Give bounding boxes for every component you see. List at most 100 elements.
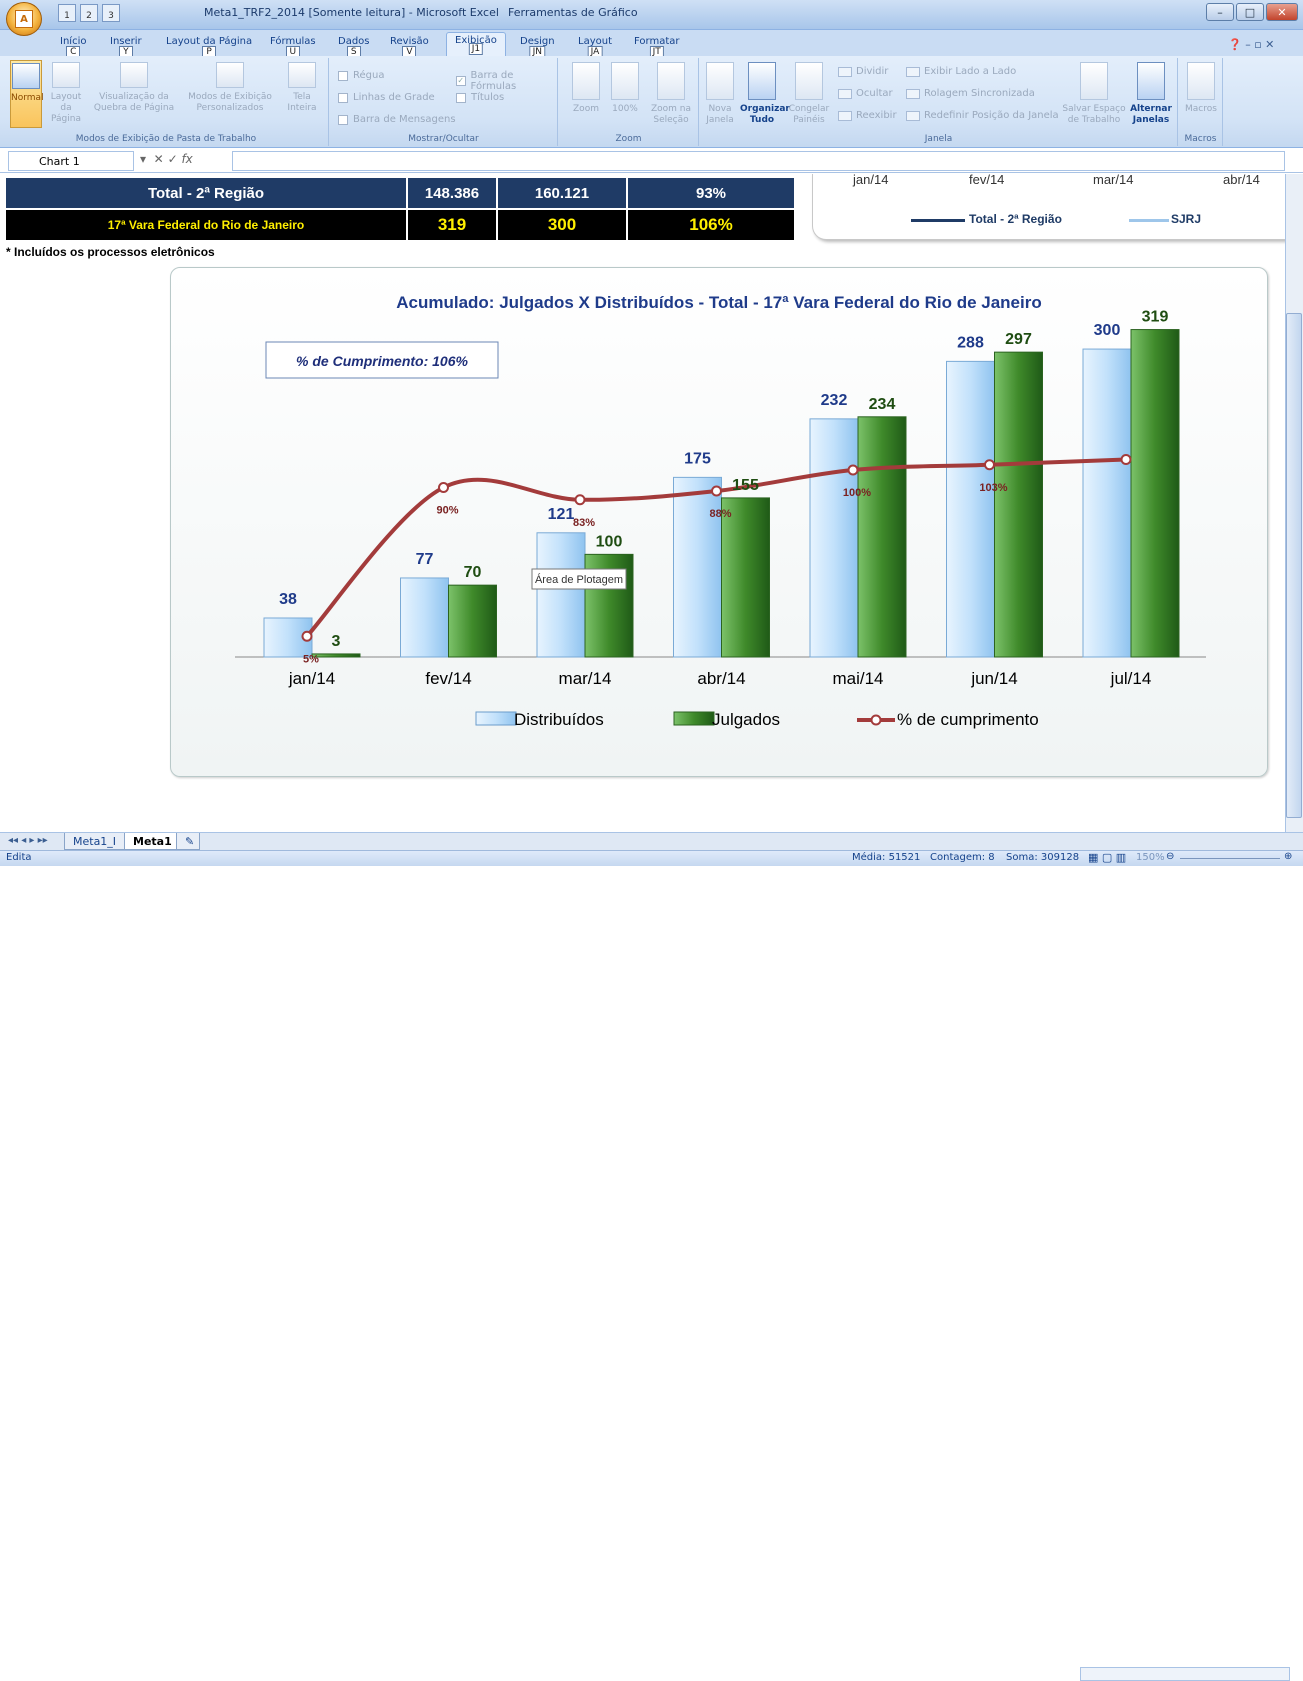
insert-sheet-icon[interactable]: ✎ (176, 833, 200, 850)
table-row2-label: 17ª Vara Federal do Rio de Janeiro (6, 210, 406, 240)
data-label-distribuidos: 77 (416, 551, 434, 568)
vertical-scroll-thumb[interactable] (1286, 313, 1302, 818)
table-row2-v1: 319 (408, 210, 496, 240)
office-button[interactable]: A (6, 2, 42, 36)
save-workspace-icon (1080, 62, 1108, 100)
tab-layout-pagina[interactable]: Layout da Página P (166, 36, 252, 58)
data-label-distribuidos: 175 (684, 450, 711, 467)
name-box[interactable]: Chart 1 (8, 151, 134, 171)
table-row2-v3: 106% (628, 210, 794, 240)
minimize-button[interactable]: – (1206, 3, 1234, 21)
data-label-cumprimento: 103% (979, 482, 1007, 494)
zoom-in-icon[interactable]: ⊕ (1284, 851, 1292, 862)
macros-icon (1187, 62, 1215, 100)
message-bar-checkbox[interactable]: Barra de Mensagens (338, 114, 456, 125)
formula-input[interactable] (232, 151, 1285, 171)
unhide-button[interactable]: Reexibir (838, 110, 897, 121)
cancel-icon[interactable]: ✕ (154, 152, 164, 166)
horizontal-scrollbar[interactable] (1080, 1667, 1290, 1681)
switch-windows-button[interactable]: Alternar Janelas (1128, 62, 1174, 126)
tab-design[interactable]: Design JN (520, 36, 555, 58)
fx-icon[interactable]: fx (181, 152, 192, 166)
page-break-preview-button[interactable]: Visualização da Quebra de Página (92, 62, 176, 114)
tab-formatar[interactable]: Formatar JT (634, 36, 679, 58)
custom-views-button[interactable]: Modos de Exibição Personalizados (184, 62, 276, 114)
status-bar: Edita Média: 51521 Contagem: 8 Soma: 309… (0, 850, 1303, 866)
legend-swatch-distribuidos (475, 711, 517, 726)
view-buttons-icon[interactable]: ▦ ▢ ▥ (1088, 851, 1126, 864)
mini-chart[interactable]: jan/14 fev/14 mar/14 abr/14 Total - 2ª R… (812, 174, 1285, 240)
tab-inserir[interactable]: Inserir Y (110, 36, 142, 58)
mini-tick: abr/14 (1223, 174, 1260, 187)
dropdown-icon[interactable]: ▾ (140, 152, 146, 166)
custom-views-icon (216, 62, 244, 88)
tab-layout[interactable]: Layout JA (578, 36, 612, 58)
normal-view-button[interactable]: Normal (10, 60, 44, 128)
legend-julgados: Julgados (712, 710, 780, 729)
new-window-button[interactable]: Nova Janela (702, 62, 738, 126)
data-label-julgados: 297 (1005, 331, 1032, 348)
tab-dados[interactable]: Dados S (338, 36, 370, 58)
tab-exibicao[interactable]: Exibição J1 (446, 32, 506, 56)
freeze-panes-button[interactable]: Congelar Painéis (788, 62, 830, 126)
sheet-tab-meta1-i[interactable]: Meta1_I (64, 833, 126, 850)
point-cumprimento (711, 485, 722, 497)
data-label-cumprimento: 100% (843, 487, 871, 499)
tab-revisao[interactable]: Revisão V (390, 36, 429, 58)
enter-icon[interactable]: ✓ (168, 152, 178, 166)
reset-window-position-button[interactable]: Redefinir Posição da Janela (906, 110, 1059, 121)
tab-inicio[interactable]: Início C (60, 36, 86, 58)
x-tick-label: mar/14 (559, 669, 612, 688)
gridlines-checkbox[interactable]: Linhas de Grade (338, 92, 435, 103)
point-cumprimento (1120, 454, 1132, 465)
group-window: Nova Janela Organizar Tudo Congelar Pain… (700, 58, 1178, 146)
x-tick-label: jan/14 (288, 669, 335, 688)
zoom-selection-button[interactable]: Zoom na Seleção (645, 62, 697, 126)
data-label-cumprimento: 90% (436, 505, 458, 517)
point-cumprimento (438, 482, 449, 493)
zoom-level[interactable]: 150% (1136, 852, 1165, 863)
arrange-all-button[interactable]: Organizar Tudo (740, 62, 790, 126)
ruler-checkbox[interactable]: Régua (338, 70, 384, 81)
ribbon: Normal Layout da Página Visualização da … (0, 56, 1303, 148)
zoom-100-button[interactable]: 100% (609, 62, 641, 115)
tab-formulas[interactable]: Fórmulas U (270, 36, 316, 58)
sheet-tab-meta1[interactable]: Meta1 (124, 833, 181, 850)
legend-cumprimento: % de cumprimento (897, 710, 1039, 729)
group3-label: Zoom (615, 134, 642, 144)
headings-checkbox[interactable]: Títulos (456, 92, 504, 103)
qat-save-button[interactable]: 1 (58, 4, 76, 22)
view-side-by-side-button[interactable]: Exibir Lado a Lado (906, 66, 1016, 77)
qat-redo-button[interactable]: 3 (102, 4, 120, 22)
qat-undo-button[interactable]: 2 (80, 4, 98, 22)
worksheet[interactable]: Total - 2ª Região 148.386 160.121 93% 17… (0, 174, 1285, 832)
full-screen-button[interactable]: Tela Inteira (280, 62, 324, 114)
macros-button[interactable]: Macros (1183, 62, 1219, 115)
zoom-selection-icon (657, 62, 685, 100)
close-button[interactable]: ✕ (1266, 3, 1298, 21)
help-icon[interactable]: ❓ – ▫ ✕ (1228, 38, 1274, 51)
freeze-panes-icon (795, 62, 823, 100)
chart-tools-context-title: Ferramentas de Gráfico (508, 6, 638, 19)
split-button[interactable]: Dividir (838, 66, 888, 77)
zoom-slider[interactable] (1180, 858, 1280, 859)
legend-marker-cumprimento (870, 714, 882, 726)
sheet-nav-icon[interactable]: ◂◂ ◂ ▸ ▸▸ (8, 835, 48, 846)
formula-bar-checkbox[interactable]: ✓ Barra de Fórmulas (456, 70, 557, 92)
bar-julgados (857, 416, 907, 658)
group5-label: Macros (1184, 134, 1217, 144)
sync-scrolling-button[interactable]: Rolagem Sincronizada (906, 88, 1035, 99)
maximize-button[interactable]: □ (1236, 3, 1264, 21)
save-workspace-button[interactable]: Salvar Espaço de Trabalho (1060, 62, 1128, 126)
main-chart[interactable]: Acumulado: Julgados X Distribuídos - Tot… (170, 267, 1268, 777)
hide-button[interactable]: Ocultar (838, 88, 893, 99)
group2-label: Mostrar/Ocultar (408, 134, 479, 144)
page-layout-button[interactable]: Layout da Página (46, 62, 86, 125)
data-label-julgados: 319 (1142, 309, 1169, 326)
data-label-julgados: 155 (732, 477, 759, 494)
switch-windows-icon (1137, 62, 1165, 100)
bar-julgados (721, 497, 770, 658)
zoom-button[interactable]: Zoom (569, 62, 603, 115)
formula-bar: Chart 1 ▾ ✕ ✓ fx (0, 149, 1303, 173)
zoom-out-icon[interactable]: ⊖ (1166, 851, 1174, 862)
